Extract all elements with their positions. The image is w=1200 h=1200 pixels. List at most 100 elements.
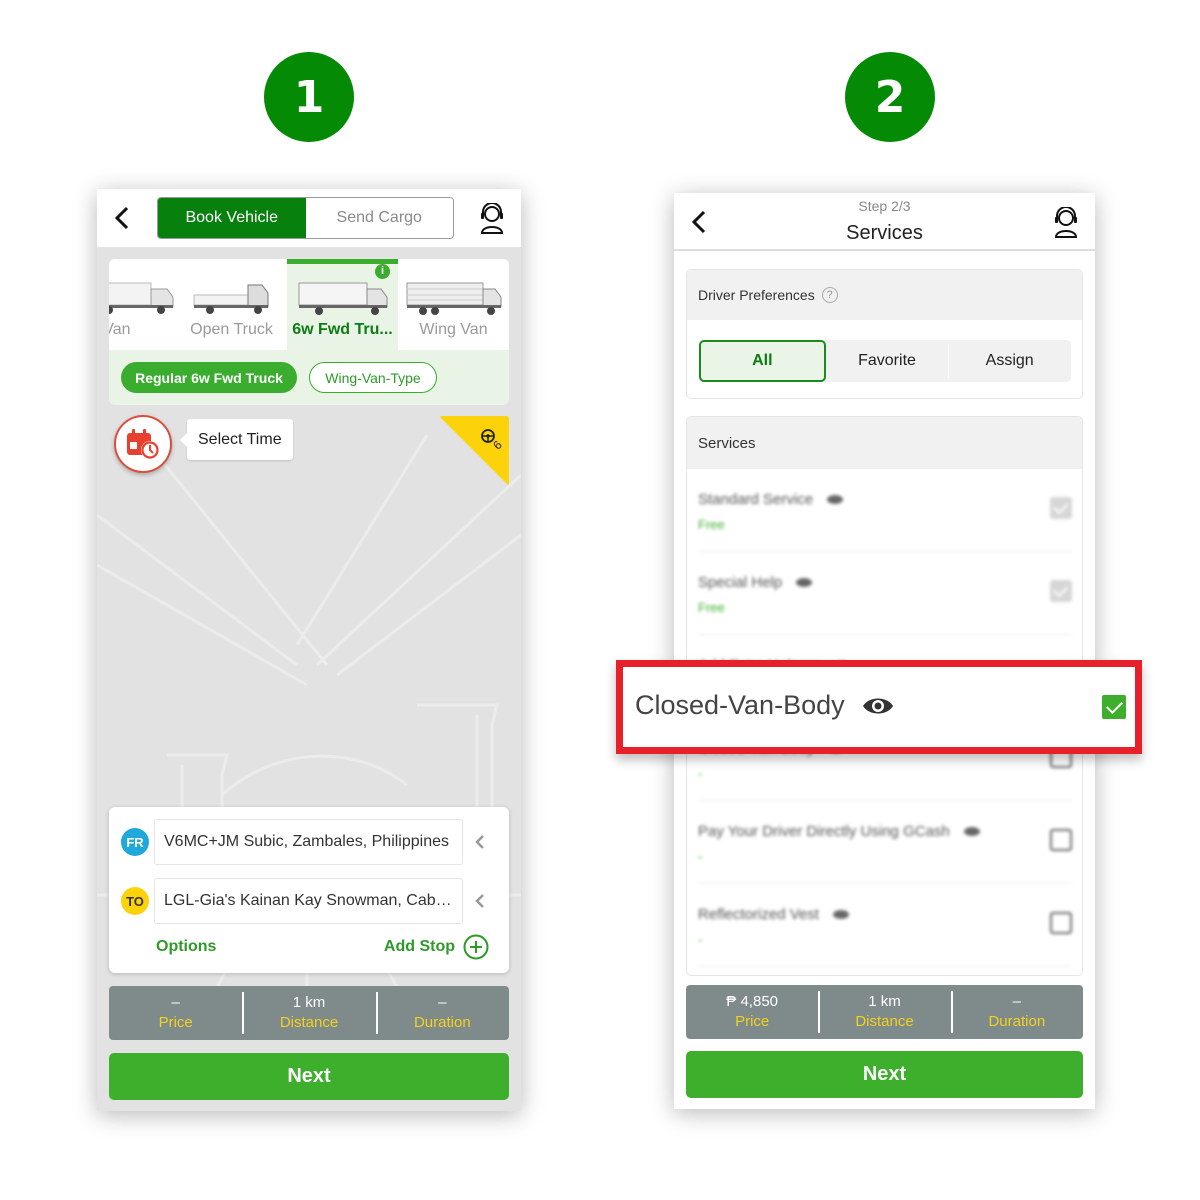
- stat-price: ₱ 4,850 Price: [686, 985, 818, 1039]
- stat-duration: – Duration: [375, 986, 509, 1040]
- calendar-clock-icon: [127, 429, 159, 459]
- price-value: –: [171, 994, 180, 1011]
- service-name-text: Reflectorized Vest: [698, 906, 819, 923]
- driver-preferences-heading: Driver Preferences ?: [687, 270, 1082, 320]
- dropoff-address-field[interactable]: LGL-Gia's Kainan Kay Snowman, Caban...: [154, 878, 463, 924]
- service-checkbox[interactable]: [1050, 829, 1072, 851]
- select-time-button[interactable]: [114, 415, 172, 473]
- services-content: Driver Preferences ? All Favorite Assign…: [674, 253, 1095, 976]
- plus-circle-icon: [463, 934, 489, 960]
- next-button[interactable]: Next: [686, 1051, 1083, 1098]
- service-price: -: [698, 849, 703, 864]
- service-name: Reflectorized Vest: [698, 906, 849, 923]
- service-name: Standard Service: [698, 491, 844, 508]
- services-heading: Services: [687, 417, 1082, 469]
- service-checkbox[interactable]: [1050, 497, 1072, 519]
- pickup-row: FR V6MC+JM Subic, Zambales, Philippines: [109, 819, 509, 865]
- chevron-left-icon[interactable]: [473, 833, 487, 851]
- add-stop-button[interactable]: Add Stop: [384, 934, 489, 960]
- service-price: -: [698, 766, 703, 781]
- service-name: Pay Your Driver Directly Using GCash: [698, 823, 980, 840]
- tab-book-vehicle[interactable]: Book Vehicle: [158, 198, 306, 238]
- add-stop-label: Add Stop: [383, 938, 455, 955]
- vehicle-list: sed Van Open Truck i 6w: [109, 259, 509, 350]
- stat-price: – Price: [109, 986, 242, 1040]
- help-icon[interactable]: ?: [821, 287, 838, 303]
- driver-preferences-card: Driver Preferences ? All Favorite Assign: [686, 269, 1083, 399]
- service-name-text: Special Help: [698, 574, 783, 591]
- page-title: Services: [846, 222, 923, 244]
- pref-option-assign[interactable]: Assign: [948, 340, 1071, 382]
- select-time-tooltip: Select Time: [180, 419, 293, 460]
- options-link[interactable]: Options: [156, 938, 216, 956]
- eye-icon[interactable]: [832, 910, 849, 919]
- trip-stats-bar: ₱ 4,850 Price 1 km Distance – Duration: [686, 985, 1083, 1039]
- pref-option-favorite[interactable]: Favorite: [826, 340, 949, 382]
- pickup-address-text: V6MC+JM Subic, Zambales, Philippines: [164, 833, 450, 850]
- service-name-text: Pay Your Driver Directly Using GCash: [698, 823, 950, 840]
- driver-preference-toggle: All Favorite Assign: [699, 340, 1071, 382]
- service-name-text: Standard Service: [698, 491, 814, 508]
- vehicle-selector: sed Van Open Truck i 6w: [109, 259, 509, 405]
- app-header: Step 2/3 Services: [674, 193, 1095, 251]
- distance-label: Distance: [279, 1014, 339, 1031]
- duration-label: Duration: [413, 1014, 471, 1031]
- customer-support-button[interactable]: [477, 202, 507, 235]
- eye-icon[interactable]: [861, 694, 895, 718]
- distance-value: 1 km: [292, 994, 326, 1011]
- duration-value: –: [1012, 993, 1021, 1010]
- driver-count-flag[interactable]: 9: [439, 416, 509, 486]
- eye-icon[interactable]: [796, 578, 813, 587]
- vehicle-closed-van[interactable]: sed Van: [109, 259, 176, 350]
- service-item[interactable]: Standard Service Free: [698, 469, 1072, 552]
- screen-services: Step 2/3 Services Driver Preferences ? A…: [674, 193, 1095, 1109]
- to-badge: TO: [121, 887, 149, 915]
- dropoff-address-text: LGL-Gia's Kainan Kay Snowman, Caban...: [164, 892, 453, 909]
- vehicle-label: Open Truck: [190, 321, 273, 338]
- trip-stats-bar: – Price 1 km Distance – Duration: [109, 986, 509, 1040]
- service-item[interactable]: Special Help Free: [698, 552, 1072, 635]
- eye-icon[interactable]: [963, 827, 980, 836]
- vehicle-open-truck[interactable]: Open Truck: [176, 259, 287, 350]
- step-badge-1: 1: [264, 52, 354, 142]
- service-name: Special Help: [698, 574, 813, 591]
- headset-agent-icon: [480, 202, 504, 234]
- step-indicator: Step 2/3: [858, 198, 911, 214]
- driver-preferences-title: Driver Preferences: [698, 287, 815, 303]
- info-icon[interactable]: i: [375, 264, 390, 279]
- subtype-wing-van-type[interactable]: Wing-Van-Type: [309, 362, 437, 393]
- vehicle-6w-fwd-truck[interactable]: i 6w Fwd Tru...: [287, 259, 398, 350]
- vehicle-label: 6w Fwd Tru...: [292, 321, 393, 338]
- dropoff-row: TO LGL-Gia's Kainan Kay Snowman, Caban..…: [109, 878, 509, 924]
- service-price: Free: [698, 600, 725, 615]
- service-item[interactable]: Reflectorized Vest -: [698, 884, 1072, 967]
- price-label: Price: [158, 1014, 193, 1031]
- pref-option-all[interactable]: All: [699, 340, 826, 382]
- service-checkbox[interactable]: [1050, 580, 1072, 602]
- vehicle-wing-van[interactable]: Wing Van: [398, 259, 509, 350]
- wing-van-icon: [406, 282, 501, 315]
- service-item[interactable]: Pay Your Driver Directly Using GCash -: [698, 801, 1072, 884]
- back-button[interactable]: [111, 205, 135, 231]
- chevron-left-icon: [114, 206, 129, 230]
- screen-book-vehicle: Book Vehicle Send Cargo sed Van: [97, 189, 521, 1111]
- headset-agent-icon: [1054, 206, 1078, 238]
- highlighted-service-checkbox[interactable]: [1102, 695, 1126, 719]
- highlighted-service-callout[interactable]: Closed-Van-Body: [616, 660, 1142, 754]
- highlighted-service-text: Closed-Van-Body: [635, 690, 845, 720]
- subtype-regular-6w-fwd-truck[interactable]: Regular 6w Fwd Truck: [121, 362, 297, 393]
- eye-icon[interactable]: [827, 495, 844, 504]
- duration-label: Duration: [988, 1013, 1046, 1030]
- pickup-address-field[interactable]: V6MC+JM Subic, Zambales, Philippines: [154, 819, 463, 865]
- tab-send-cargo[interactable]: Send Cargo: [305, 198, 453, 238]
- duration-value: –: [438, 994, 447, 1011]
- price-label: Price: [735, 1013, 770, 1030]
- stat-distance: 1 km Distance: [818, 985, 950, 1039]
- customer-support-button[interactable]: [1051, 206, 1081, 239]
- service-price: -: [698, 932, 703, 947]
- vehicle-label: sed Van: [109, 321, 131, 338]
- distance-label: Distance: [855, 1013, 914, 1030]
- chevron-left-icon[interactable]: [473, 892, 487, 910]
- service-checkbox[interactable]: [1050, 912, 1072, 934]
- next-button[interactable]: Next: [109, 1053, 509, 1100]
